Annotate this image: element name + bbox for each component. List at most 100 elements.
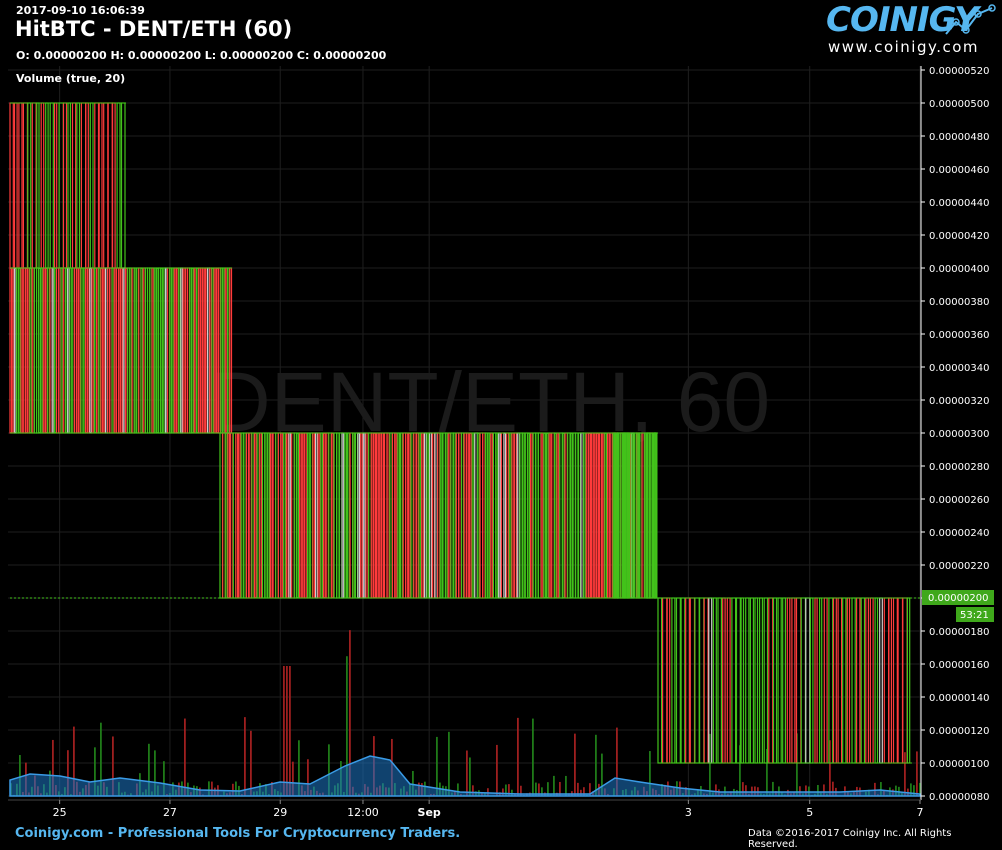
candle bbox=[800, 597, 807, 764]
volume-bar bbox=[532, 718, 534, 796]
volume-bar bbox=[244, 717, 246, 796]
price-tick-label: 0.00000520 bbox=[929, 66, 989, 77]
volume-bar bbox=[496, 744, 498, 796]
candle bbox=[689, 597, 696, 764]
candle bbox=[590, 432, 594, 599]
time-tick-label: Sep bbox=[418, 806, 441, 819]
candle bbox=[384, 432, 388, 599]
candle bbox=[506, 432, 510, 599]
candle bbox=[389, 432, 393, 599]
candle bbox=[189, 267, 193, 434]
price-tick-label: 0.00000460 bbox=[929, 165, 989, 176]
candle bbox=[575, 432, 579, 599]
candle bbox=[749, 597, 755, 764]
candle bbox=[437, 432, 441, 599]
candle bbox=[224, 432, 228, 599]
candle bbox=[120, 102, 126, 269]
candle bbox=[466, 432, 470, 599]
candle bbox=[487, 432, 491, 599]
coinigy-logo[interactable]: COINIGY www.coinigy.com bbox=[826, 0, 998, 60]
candle bbox=[89, 267, 93, 434]
candle bbox=[609, 432, 613, 599]
candle bbox=[365, 432, 369, 599]
candle bbox=[253, 432, 257, 599]
candle bbox=[508, 432, 512, 599]
time-tick-label: 7 bbox=[917, 806, 924, 819]
candle bbox=[671, 597, 676, 764]
candle bbox=[42, 267, 46, 434]
candle bbox=[818, 597, 823, 764]
time-tick-label: 5 bbox=[806, 806, 813, 819]
candle bbox=[261, 432, 266, 599]
candle bbox=[67, 267, 70, 434]
candle bbox=[330, 432, 334, 599]
candle bbox=[184, 267, 188, 434]
candle bbox=[585, 432, 589, 599]
candle bbox=[551, 432, 555, 599]
candle bbox=[649, 432, 653, 599]
candle bbox=[604, 432, 608, 599]
volume-bar bbox=[565, 775, 567, 796]
last-price-badge-value: 0.00000200 bbox=[928, 593, 988, 604]
candle bbox=[38, 267, 42, 434]
candle bbox=[64, 267, 68, 434]
candle bbox=[235, 432, 239, 599]
candle bbox=[164, 267, 168, 434]
candle bbox=[601, 432, 605, 599]
candle bbox=[837, 597, 843, 764]
candle bbox=[758, 597, 763, 764]
candle bbox=[657, 597, 663, 764]
candle bbox=[98, 267, 102, 434]
candle bbox=[556, 432, 560, 599]
candle bbox=[768, 597, 774, 764]
candle bbox=[851, 597, 856, 764]
candle bbox=[36, 102, 40, 269]
volume-bar bbox=[916, 751, 918, 796]
candle bbox=[484, 432, 488, 599]
candle bbox=[18, 267, 22, 434]
volume-bar bbox=[517, 717, 519, 796]
candle bbox=[113, 267, 117, 434]
candle bbox=[346, 432, 350, 599]
price-tick-label: 0.00000440 bbox=[929, 198, 989, 209]
price-tick-label: 0.00000500 bbox=[929, 99, 989, 110]
candle bbox=[204, 267, 208, 434]
price-tick-label: 0.00000420 bbox=[929, 231, 989, 242]
candle bbox=[312, 432, 316, 599]
candle bbox=[102, 267, 106, 434]
candle bbox=[823, 597, 828, 764]
candle bbox=[569, 432, 573, 599]
candle bbox=[495, 432, 499, 599]
candle bbox=[31, 102, 37, 269]
candle bbox=[680, 597, 686, 764]
candle bbox=[527, 432, 531, 599]
candle bbox=[84, 267, 88, 434]
candle bbox=[317, 432, 321, 599]
candle bbox=[503, 432, 507, 599]
candle bbox=[16, 267, 20, 434]
candle bbox=[492, 432, 497, 599]
price-tick-label: 0.00000480 bbox=[929, 132, 989, 143]
candle bbox=[238, 432, 241, 599]
logo-url: www.coinigy.com bbox=[828, 38, 980, 56]
candle bbox=[293, 432, 297, 599]
candle bbox=[230, 432, 234, 599]
candle bbox=[463, 432, 467, 599]
price-axis[interactable]: 0.00000520 0.00000500 0.00000480 0.00000460… bbox=[921, 66, 989, 803]
price-chart[interactable]: DENT/ETH, 60 0.000005200.000005000.00000… bbox=[0, 66, 1002, 822]
candle bbox=[51, 267, 55, 434]
candle bbox=[791, 597, 796, 764]
time-axis[interactable]: 25272912:00Sep3579 bbox=[53, 800, 1002, 819]
candle bbox=[402, 432, 407, 599]
footer-tagline[interactable]: Coinigy.com - Professional Tools For Cry… bbox=[15, 826, 460, 841]
candle bbox=[740, 597, 745, 764]
candle bbox=[860, 597, 866, 764]
candle bbox=[902, 597, 908, 764]
candle bbox=[13, 102, 18, 269]
candle bbox=[735, 597, 741, 764]
volume-bar bbox=[466, 750, 468, 796]
volume-bar bbox=[286, 666, 288, 796]
candle bbox=[322, 432, 326, 599]
candle bbox=[828, 597, 834, 764]
candle bbox=[193, 267, 197, 434]
